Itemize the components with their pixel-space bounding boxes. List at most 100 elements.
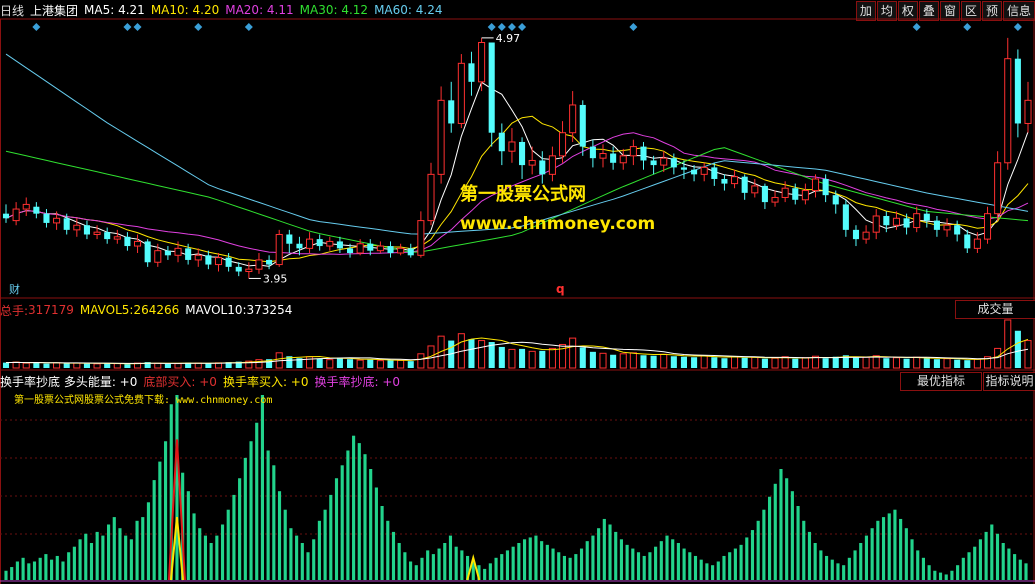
- volume-button[interactable]: 成交量: [955, 300, 1035, 319]
- candle-body: [731, 176, 739, 185]
- indicator-bar: [602, 518, 606, 580]
- indicator-bar: [711, 565, 715, 580]
- candle-body: [63, 218, 70, 230]
- indicator-bar: [671, 539, 675, 580]
- candle-body: [994, 162, 1002, 215]
- indicator-bar: [357, 443, 361, 580]
- finance-marker: 财: [9, 282, 20, 296]
- indicator-bar: [312, 539, 316, 580]
- candle-body: [83, 225, 90, 235]
- indicator-bar: [887, 513, 891, 580]
- volume-bar: [619, 353, 627, 369]
- best-indicator-button[interactable]: 最优指标: [900, 372, 982, 391]
- candle-body: [781, 187, 789, 198]
- indicator-bar: [186, 491, 190, 580]
- candle-body: [954, 225, 961, 235]
- volume-bar: [33, 362, 40, 368]
- candle-body: [680, 167, 687, 170]
- volume-bar: [336, 357, 343, 368]
- candle-body: [771, 196, 779, 203]
- indicator-bar: [266, 450, 270, 580]
- indicator-bar: [768, 496, 772, 580]
- volume-bar: [498, 346, 505, 368]
- candle-body: [164, 250, 171, 256]
- indicator-bar: [665, 535, 669, 580]
- candle-body: [124, 236, 131, 247]
- candle-body: [862, 231, 870, 240]
- indicator-bar: [249, 441, 253, 580]
- candle-body: [923, 213, 930, 221]
- candle-body: [721, 178, 728, 184]
- indicator-bar: [819, 550, 823, 580]
- indicator-bar: [397, 543, 401, 580]
- indicator-bar: [352, 435, 356, 580]
- event-diamond-icon: [133, 23, 142, 31]
- indicator-bar: [494, 557, 498, 580]
- volume-bar: [579, 347, 586, 368]
- indicator-bar: [238, 478, 242, 580]
- volume-bar: [1014, 330, 1021, 368]
- volume-bar: [164, 363, 171, 368]
- event-diamond-icon: [487, 23, 496, 31]
- indicator-bar: [921, 557, 925, 580]
- indicator-bar: [448, 535, 453, 580]
- volume-bar: [376, 360, 384, 369]
- indicator-bar: [779, 469, 783, 580]
- indicator-bar: [1013, 554, 1017, 580]
- indicator-bar: [198, 528, 202, 580]
- volume-bar: [367, 359, 374, 368]
- candle-body: [185, 248, 192, 260]
- indicator-bar: [107, 524, 111, 580]
- candle-body: [93, 231, 101, 235]
- indicator-bar: [295, 535, 299, 580]
- indicator-explain-button[interactable]: 指标说明: [983, 372, 1035, 391]
- event-diamond-icon: [1013, 23, 1022, 31]
- event-diamond-icon: [32, 23, 41, 31]
- candle-body: [488, 42, 495, 133]
- volume-bar: [751, 356, 759, 369]
- candle-body: [104, 232, 111, 240]
- indicator-bar: [545, 544, 549, 580]
- indicator-bar: [636, 552, 641, 580]
- volume-bar: [113, 363, 121, 369]
- candle-body: [569, 104, 577, 134]
- volume-bar: [721, 358, 728, 368]
- volume-bar: [629, 352, 637, 369]
- total-label: 总手:: [0, 303, 29, 318]
- indicator-bar: [260, 395, 264, 580]
- indicator-bar: [1007, 548, 1011, 580]
- indicator-value-2: 换手率买入: +0: [222, 374, 309, 389]
- volume-bar: [73, 362, 81, 369]
- volume-bar: [862, 356, 870, 369]
- indicator-bar: [277, 491, 282, 580]
- indicator-bar: [984, 531, 988, 580]
- indicator-bar: [995, 533, 1000, 580]
- indicator-bar: [591, 535, 595, 580]
- volume-bar: [954, 359, 961, 368]
- indicator-bar: [72, 546, 76, 580]
- event-diamond-icon: [629, 23, 638, 31]
- candle-body: [387, 246, 394, 253]
- candle-body: [457, 62, 465, 124]
- candle-body: [548, 155, 556, 175]
- volume-bar: [670, 356, 677, 368]
- candle-body: [711, 167, 718, 179]
- volume-bar: [973, 358, 981, 369]
- candle-body: [792, 188, 799, 200]
- indicator-bar: [904, 528, 908, 580]
- volume-bar: [194, 362, 202, 369]
- volume-bar: [801, 357, 809, 369]
- indicator-bar: [927, 565, 931, 580]
- indicator-bar: [158, 461, 162, 580]
- indicator-bar: [859, 543, 863, 580]
- candle-body: [498, 132, 505, 152]
- watermark-title: 第一股票公式网: [460, 184, 586, 205]
- volume-bar: [589, 351, 596, 368]
- low-price-label: 3.95: [263, 272, 288, 285]
- candle-body: [811, 178, 820, 192]
- indicator-bar: [426, 550, 430, 580]
- volume-bar: [93, 363, 101, 369]
- volume-bar: [650, 355, 657, 368]
- indicator-bar: [391, 531, 396, 580]
- candle-body: [245, 268, 253, 272]
